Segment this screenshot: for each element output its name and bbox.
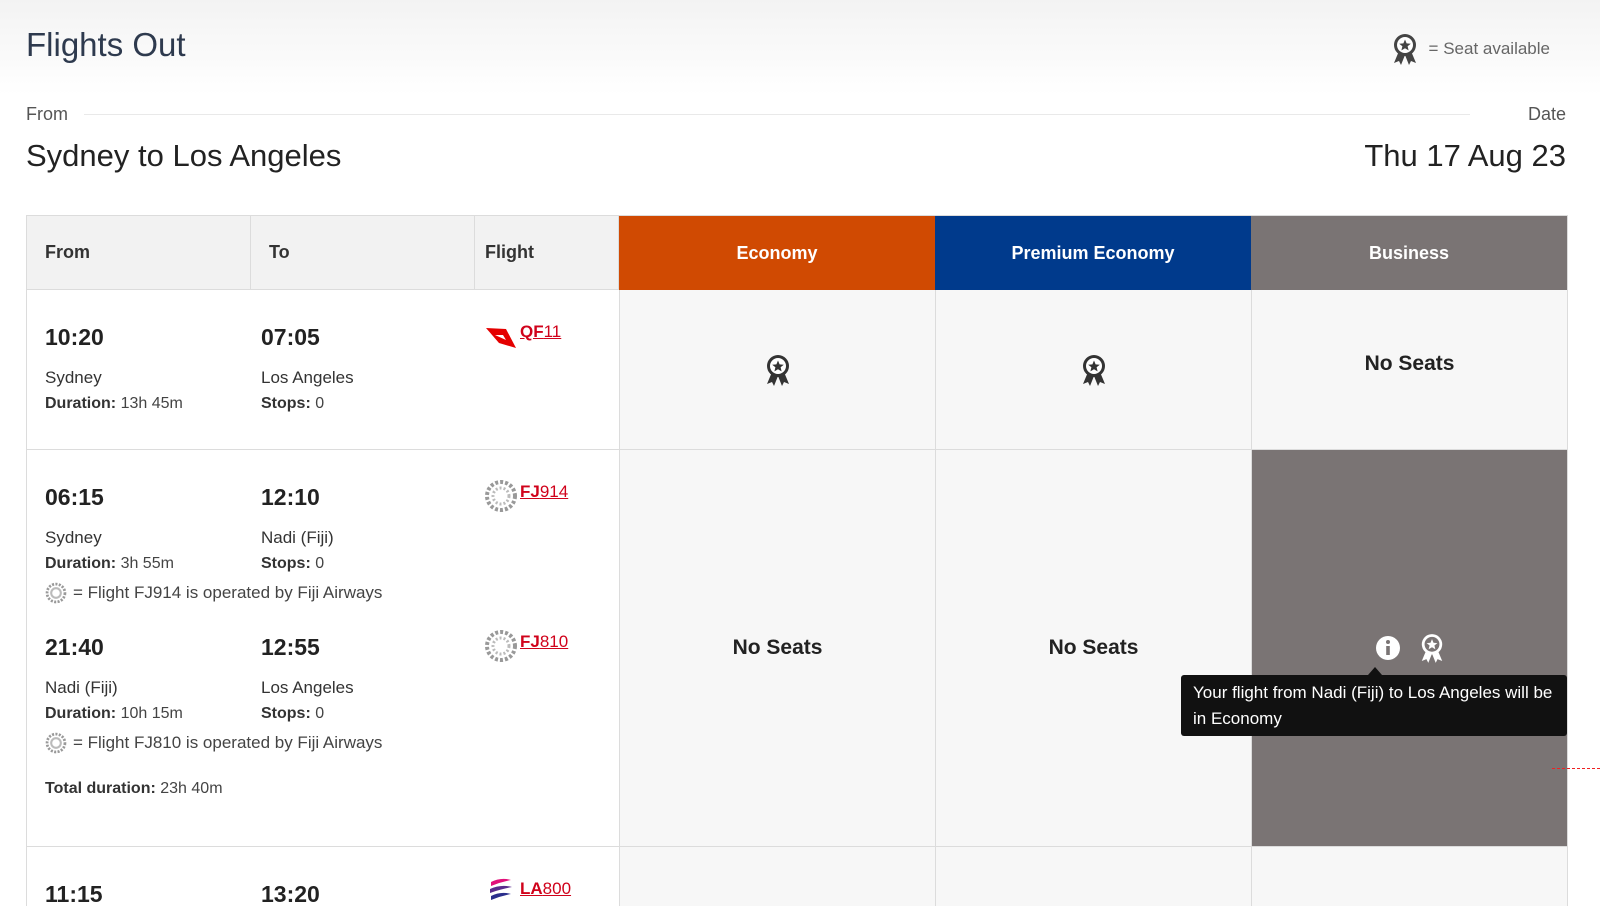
arrival-city: Nadi (Fiji) [261, 528, 334, 547]
col-header-economy[interactable]: Economy [619, 216, 935, 290]
col-header-from: From [27, 216, 251, 290]
departure-city: Nadi (Fiji) [45, 678, 118, 697]
seat-available-icon [1421, 634, 1442, 663]
duration: Duration: 10h 15m [45, 705, 183, 722]
economy-cell[interactable]: No Seats [619, 450, 935, 847]
premium-economy-cell[interactable]: No Seats [935, 450, 1251, 847]
divider [1552, 768, 1600, 770]
business-cell[interactable]: No Seats [1251, 290, 1567, 450]
arrival-time: 07:05 [261, 324, 320, 350]
duration: Duration: 3h 55m [45, 555, 174, 572]
seat-available-icon [1082, 354, 1105, 386]
economy-cell[interactable] [619, 290, 935, 450]
no-seats-label: No Seats [732, 636, 823, 659]
info-icon[interactable] [1375, 635, 1401, 661]
col-header-to: To [251, 216, 475, 290]
header-band [0, 0, 1600, 95]
stops: Stops: 0 [261, 705, 325, 722]
operated-by-note: = Flight FJ914 is operated by Fiji Airwa… [45, 582, 382, 604]
fiji-airways-logo-icon [45, 582, 67, 604]
col-header-flight: Flight [475, 216, 619, 290]
table-row: 11:15 13:20 LA800 [27, 847, 619, 906]
business-cell[interactable] [1251, 450, 1567, 847]
departure-time: 06:15 [45, 484, 104, 510]
stops: Stops: 0 [261, 555, 325, 572]
no-seats-label: No Seats [1048, 636, 1139, 659]
table-row: 06:15 Sydney Duration: 3h 55m 12:10 Nadi… [27, 450, 619, 847]
divider [84, 114, 1470, 115]
departure-city: Sydney [45, 528, 102, 547]
flight-link-fj914[interactable]: FJ914 [520, 482, 568, 502]
col-header-premium-economy[interactable]: Premium Economy [935, 216, 1251, 290]
duration: Duration: 13h 45m [45, 395, 183, 412]
legend-text: = Seat available [1428, 39, 1550, 58]
departure-city: Sydney [45, 368, 102, 387]
seat-legend: = Seat available [1391, 32, 1550, 66]
premium-economy-cell[interactable] [935, 847, 1251, 906]
tooltip: Your flight from Nadi (Fiji) to Los Ange… [1181, 675, 1567, 736]
stops: Stops: 0 [261, 395, 325, 412]
arrival-city: Los Angeles [261, 678, 354, 697]
arrival-time: 12:55 [261, 634, 320, 660]
seat-available-icon [1393, 34, 1416, 65]
premium-economy-cell[interactable] [935, 290, 1251, 450]
table-row: 10:20 Sydney Duration: 13h 45m 07:05 Los… [27, 290, 619, 450]
business-cell[interactable] [1251, 847, 1567, 906]
col-header-business[interactable]: Business [1251, 216, 1567, 290]
route-title: Sydney to Los Angeles [26, 138, 342, 173]
arrival-time: 12:10 [261, 484, 320, 510]
no-seats-label: No Seats [1364, 352, 1455, 375]
travel-date: Thu 17 Aug 23 [1364, 138, 1566, 173]
tooltip-arrow [1368, 667, 1382, 675]
flight-link-fj810[interactable]: FJ810 [520, 632, 568, 652]
page-title: Flights Out [26, 26, 186, 63]
fiji-airways-logo-icon [485, 480, 517, 512]
operated-by-note: = Flight FJ810 is operated by Fiji Airwa… [45, 732, 382, 754]
from-label: From [26, 104, 68, 124]
date-label: Date [1527, 104, 1566, 124]
flights-table: From To Flight Economy Premium Economy B… [26, 215, 1568, 906]
departure-time: 11:15 [45, 881, 103, 906]
flight-link-la800[interactable]: LA800 [520, 879, 571, 899]
qantas-logo-icon [486, 328, 516, 348]
fiji-airways-logo-icon [485, 630, 517, 662]
total-duration: Total duration: 23h 40m [45, 780, 223, 797]
arrival-time: 13:20 [261, 881, 320, 906]
flight-link-qf11[interactable]: QF11 [520, 322, 561, 342]
arrival-city: Los Angeles [261, 368, 354, 387]
latam-logo-icon [490, 878, 512, 900]
departure-time: 10:20 [45, 324, 104, 350]
economy-cell[interactable] [619, 847, 935, 906]
fiji-airways-logo-icon [45, 732, 67, 754]
seat-available-icon [766, 354, 789, 386]
departure-time: 21:40 [45, 634, 104, 660]
